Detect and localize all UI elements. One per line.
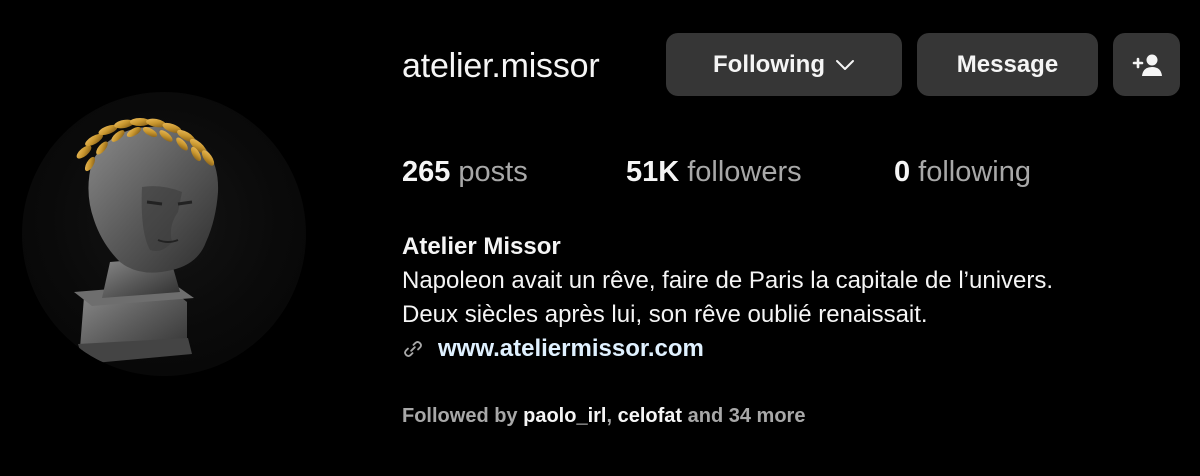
chevron-down-icon [835,59,854,70]
bio-link-text: www.ateliermissor.com [438,335,704,362]
followed-by-suffix[interactable]: and 34 more [688,405,806,427]
profile-bio: Atelier Missor Napoleon avait un rêve, f… [402,230,1182,366]
following-count: 0 [894,156,911,188]
followed-by-user-1[interactable]: paolo_irl [523,405,606,427]
profile-username: atelier.missor [402,47,600,85]
followed-by-separator: , [606,405,613,427]
followed-by-user-2[interactable]: celofat [618,405,682,427]
bio-name: Atelier Missor [402,233,561,260]
posts-count: 265 [402,156,451,188]
following-label: following [918,156,1031,188]
add-user-button[interactable] [1113,33,1180,96]
posts-label: posts [458,156,528,188]
bio-line-2: Deux siècles après lui, son rêve oublié … [402,301,928,328]
profile-avatar[interactable] [22,92,306,376]
add-user-icon [1132,54,1162,76]
stat-posts: 265 posts [402,152,528,192]
followed-by-prefix: Followed by [402,405,518,427]
bio-line-1: Napoleon avait un rêve, faire de Paris l… [402,267,1054,294]
stat-followers[interactable]: 51K followers [626,152,802,192]
followers-label: followers [687,156,802,188]
followed-by: Followed by paolo_irl, celofat and 34 mo… [402,402,805,430]
bio-website-link[interactable]: www.ateliermissor.com [402,332,1182,366]
laurel-crowned-bust-icon [74,118,219,364]
stat-following[interactable]: 0 following [894,152,1031,192]
following-button-label: Following [713,50,825,78]
following-button[interactable]: Following [666,33,902,96]
followers-count: 51K [626,156,680,188]
link-icon [404,340,422,358]
message-button[interactable]: Message [917,33,1098,96]
message-button-label: Message [956,50,1059,78]
